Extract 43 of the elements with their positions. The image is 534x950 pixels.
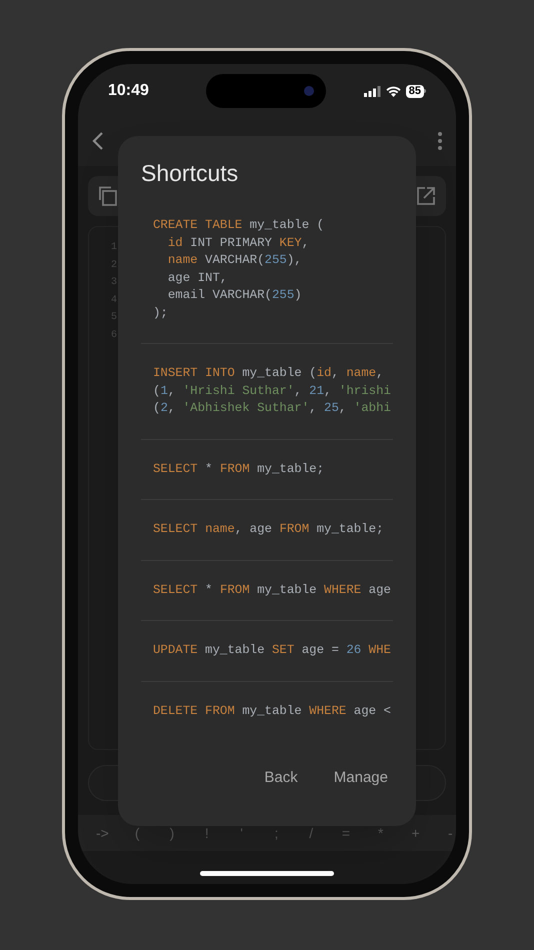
dialog-button[interactable]: Manage (334, 766, 388, 789)
code-line: UPDATE my_table SET age = 26 WHE (152, 642, 391, 659)
code-line: DELETE FROM my_table WHERE age < (152, 702, 391, 720)
symbol-key[interactable]: - (432, 822, 456, 844)
symbol-key[interactable]: -> (85, 822, 120, 844)
snippet-item[interactable]: INSERT INTO my_table (id, name, (1, 'Hrishi Suthar', 21, 'hrishi (2, 'Abhishek Suthar', 25, 'abhi (141, 344, 393, 440)
battery-icon: 85 (406, 84, 426, 98)
symbol-key[interactable]: * (363, 822, 398, 844)
snippet-item[interactable]: UPDATE my_table SET age = 26 WHE (141, 621, 393, 682)
status-time: 10:49 (108, 81, 150, 101)
code-line: name VARCHAR(255), (166, 252, 302, 269)
symbol-key[interactable]: + (398, 822, 433, 844)
symbol-key[interactable]: ; (258, 822, 294, 844)
code-line: SELECT * FROM my_table WHERE age (152, 582, 391, 598)
back-chevron-icon[interactable] (92, 131, 104, 151)
symbol-key[interactable]: ' (224, 822, 259, 844)
signal-icon (364, 86, 381, 96)
code-line: (1, 'Hrishi Suthar', 21, 'hrishi (152, 382, 391, 400)
symbol-key[interactable]: = (328, 822, 364, 844)
code-line: INSERT INTO my_table (id, name, (152, 365, 384, 382)
more-icon[interactable] (438, 132, 442, 150)
dialog-title: Shortcuts (141, 159, 238, 188)
snippet-item[interactable]: SELECT name, age FROM my_table; (141, 500, 393, 560)
code-line: (2, 'Abhishek Suthar', 25, 'abhi (152, 400, 391, 417)
snippet-item[interactable]: SELECT * FROM my_table WHERE age (141, 560, 393, 621)
copy-icon[interactable] (98, 186, 118, 206)
code-line: email VARCHAR(255) (166, 287, 302, 304)
code-line: SELECT * FROM my_table; (152, 460, 324, 478)
code-line: id INT PRIMARY KEY, (166, 234, 310, 252)
snippet-item[interactable]: SELECT * FROM my_table; (141, 440, 393, 500)
symbol-key[interactable]: ! (189, 822, 224, 844)
symbol-key[interactable]: ( (120, 822, 155, 844)
symbol-key[interactable]: ) (154, 822, 190, 844)
external-link-icon[interactable] (416, 186, 436, 206)
snippet-item[interactable]: CREATE TABLE my_table ( id INT PRIMARY KEY, name VARCHAR(255), age INT, email VARCHAR(255) ); (141, 196, 393, 344)
wifi-icon (386, 86, 401, 96)
snippet-item[interactable]: DELETE FROM my_table WHERE age < (141, 682, 393, 741)
dialog-button[interactable]: Back (264, 766, 298, 789)
code-line: SELECT name, age FROM my_table; (152, 521, 384, 538)
code-line: age INT, (166, 270, 228, 286)
code-line: ); (152, 304, 168, 322)
code-line: CREATE TABLE my_table ( (152, 217, 324, 234)
symbol-key[interactable]: / (294, 822, 329, 844)
